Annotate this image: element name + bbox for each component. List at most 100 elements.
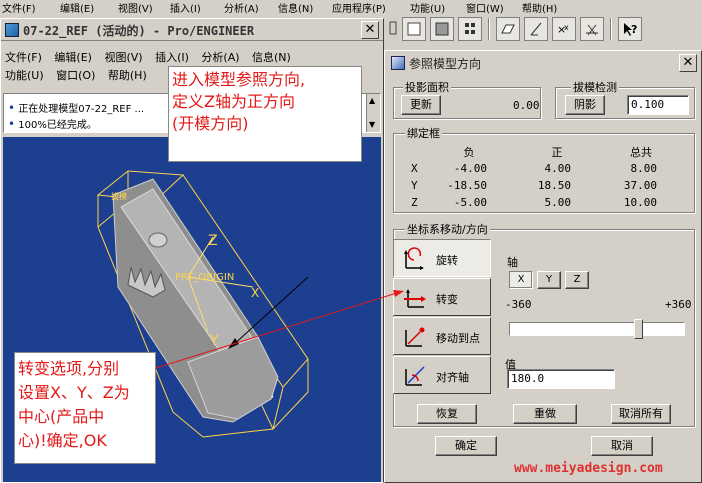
axis-y-button[interactable]: Y — [537, 271, 561, 289]
annotation-line: 中心(产品中 — [18, 407, 105, 426]
main-menu-help[interactable]: 帮助(H) — [108, 69, 147, 82]
bbox-z-positive: 5.00 — [544, 196, 572, 209]
bbox-header-positive: 正 — [551, 146, 563, 159]
app-icon — [5, 23, 19, 37]
bounding-box-label: 绑定框 — [405, 125, 442, 141]
datum-csys-icon[interactable] — [580, 17, 604, 41]
main-menu-file[interactable]: 文件(F) — [5, 51, 42, 64]
datum-plane-icon[interactable] — [496, 17, 520, 41]
svg-text:x: x — [564, 23, 569, 32]
x-axis-label: X — [251, 286, 259, 300]
csys-label: PRT_ORIGIN — [175, 272, 234, 283]
z-axis-label: Z — [208, 233, 218, 249]
menu-edit[interactable]: 编辑(E) — [60, 0, 94, 15]
main-menu-features[interactable]: 功能(U) — [5, 69, 44, 82]
menu-insert[interactable]: 插入(I) — [170, 0, 201, 15]
bbox-z-total: 10.00 — [623, 196, 657, 209]
rotate-mode-button[interactable]: 旋转 — [393, 239, 491, 277]
bbox-axis-z: Z — [411, 196, 418, 209]
bbox-y-positive: 18.50 — [537, 179, 571, 192]
bbox-x-positive: 4.00 — [544, 162, 572, 175]
menu-info[interactable]: 信息(N) — [278, 0, 313, 15]
bbox-header-negative: 负 — [463, 146, 475, 159]
watermark: www.meiyadesign.com — [514, 461, 663, 476]
ref-model-orientation-dialog: 参照模型方向 ✕ 投影面积 更新 0.00 拔模检测 阴影 0.100 绑定框 … — [384, 50, 702, 483]
menu-window[interactable]: 窗口(W) — [466, 0, 504, 15]
axis-x-button[interactable]: X — [509, 271, 533, 289]
draft-label: 拔模 — [111, 191, 127, 201]
main-menubar-row1: 文件(F) 编辑(E) 视图(V) 插入(I) 分析(A) 信息(N) — [5, 49, 300, 65]
annotation-top: 进入模型参照方向, 定义Z轴为正方向 (开模方向) — [168, 66, 362, 162]
draft-check-label: 拔模检测 — [571, 79, 619, 95]
value-field[interactable]: 180.0 — [507, 369, 615, 389]
context-help-icon[interactable]: ? — [618, 17, 642, 41]
angle-slider[interactable] — [509, 319, 685, 339]
bbox-z-negative: -5.00 — [453, 196, 487, 209]
frame-icon[interactable] — [386, 17, 397, 41]
annotation-bottom: 转变选项,分别 设置X、Y、Z为 中心(产品中 心)!确定,OK — [14, 352, 156, 464]
main-window-title: 07-22_REF (活动的) - Pro/ENGINEER — [23, 24, 255, 38]
bbox-axis-x: X — [411, 162, 418, 175]
update-button[interactable]: 更新 — [401, 95, 441, 115]
draft-angle-field[interactable]: 0.100 — [627, 95, 689, 115]
main-menu-info[interactable]: 信息(N) — [252, 51, 291, 64]
datum-point-icon[interactable]: × x — [552, 17, 576, 41]
align-axis-label: 对齐轴 — [436, 371, 469, 384]
menu-applications[interactable]: 应用程序(P) — [332, 0, 386, 15]
y-axis-label: Y — [209, 333, 219, 349]
dialog-title-bar: 参照模型方向 ✕ — [385, 51, 701, 75]
align-axis-button[interactable]: 对齐轴 — [393, 356, 491, 394]
restore-button[interactable]: 恢复 — [417, 404, 477, 424]
annotation-line: 心)!确定,OK — [18, 431, 107, 450]
message-scrollbar[interactable]: ▲ ▼ — [366, 94, 380, 132]
dialog-title: 参照模型方向 — [409, 57, 482, 71]
cancel-button[interactable]: 取消 — [591, 436, 653, 456]
menu-help[interactable]: 帮助(H) — [522, 0, 557, 15]
scroll-up-icon[interactable]: ▲ — [369, 96, 375, 105]
angle-slider-thumb[interactable] — [634, 319, 643, 339]
menu-features[interactable]: 功能(U) — [410, 0, 445, 15]
bbox-x-total: 8.00 — [630, 162, 658, 175]
main-menu-window[interactable]: 窗口(O) — [56, 69, 95, 82]
translate-icon — [404, 289, 426, 308]
projection-area-label: 投影面积 — [403, 79, 451, 95]
menu-file[interactable]: 文件(F) — [2, 0, 36, 15]
annotation-line: (开模方向) — [172, 114, 249, 133]
datum-axis-icon[interactable] — [524, 17, 548, 41]
main-menubar-row2: 功能(U) 窗口(O) 帮助(H) — [5, 67, 156, 83]
dialog-icon — [391, 56, 405, 70]
annotation-line: 转变选项,分别 — [18, 359, 120, 378]
axis-z-button[interactable]: Z — [565, 271, 589, 289]
svg-text:?: ? — [631, 23, 637, 36]
menu-view[interactable]: 视图(V) — [118, 0, 153, 15]
rotate-mode-label: 旋转 — [436, 254, 458, 267]
main-menu-analysis[interactable]: 分析(A) — [201, 51, 239, 64]
bbox-header-total: 总共 — [630, 146, 652, 159]
message-line: • 100%已经完成。 — [8, 117, 97, 131]
main-menu-edit[interactable]: 编辑(E) — [54, 51, 92, 64]
model-tree-icon[interactable] — [458, 17, 482, 41]
box-icon[interactable] — [402, 17, 426, 41]
annotation-line: 进入模型参照方向, — [172, 70, 306, 89]
main-close-button[interactable]: ✕ — [361, 21, 379, 39]
main-menu-view[interactable]: 视图(V) — [104, 51, 142, 64]
dialog-close-button[interactable]: ✕ — [679, 54, 697, 72]
menu-analysis[interactable]: 分析(A) — [224, 0, 259, 15]
main-menu-insert[interactable]: 插入(I) — [155, 51, 189, 64]
ok-button[interactable]: 确定 — [435, 436, 497, 456]
translate-mode-label: 转变 — [436, 293, 458, 306]
move-to-point-button[interactable]: 移动到点 — [393, 317, 491, 355]
projection-area-value: 0.00 — [513, 99, 540, 112]
translate-mode-button[interactable]: 转变 — [393, 278, 491, 316]
main-title-bar: 07-22_REF (活动的) - Pro/ENGINEER ✕ — [1, 19, 383, 41]
toolbar-separator — [610, 18, 612, 40]
shaded-icon[interactable] — [430, 17, 454, 41]
bbox-x-negative: -4.00 — [453, 162, 487, 175]
range-max-label: +360 — [665, 298, 692, 311]
cancel-all-button[interactable]: 取消所有 — [611, 404, 671, 424]
bbox-y-negative: -18.50 — [447, 179, 487, 192]
move-to-point-icon — [405, 327, 425, 347]
scroll-down-icon[interactable]: ▼ — [369, 120, 375, 129]
redo-button[interactable]: 重做 — [513, 404, 577, 424]
shade-button[interactable]: 阴影 — [565, 95, 605, 115]
